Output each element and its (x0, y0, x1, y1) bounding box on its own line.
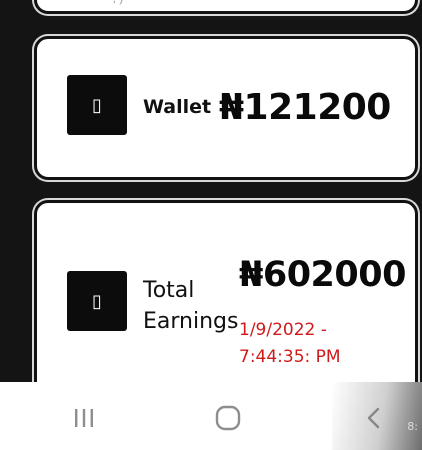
back-button[interactable] (354, 404, 394, 432)
wallet-card[interactable]: ▯ Wallet ₦121200 (34, 36, 418, 180)
wallet-amount: ₦121200 (219, 87, 391, 128)
corner-clock-fragment: 8: (407, 420, 418, 433)
previous-card-text: ^, ) (107, 0, 123, 5)
system-navigation-bar (0, 382, 422, 450)
home-button[interactable] (208, 404, 248, 432)
total-earnings-amount: ₦602000 (239, 255, 406, 295)
app-content: ^, ) ▯ Wallet ₦121200 ▯ Total Earnings ₦… (0, 0, 422, 382)
wallet-label: Wallet (143, 96, 212, 118)
home-icon (215, 405, 241, 431)
wallet-image-placeholder-icon: ▯ (67, 75, 127, 135)
total-earnings-label: Total Earnings (143, 278, 239, 334)
previous-card[interactable]: ^, ) (34, 0, 418, 14)
recents-icon (75, 409, 93, 427)
earnings-timestamp: 1/9/2022 - 7:44:35: PM (239, 320, 341, 367)
earnings-image-placeholder-icon: ▯ (67, 271, 127, 331)
total-earnings-card[interactable]: ▯ Total Earnings ₦602000 1/9/2022 - 7:44… (34, 200, 418, 382)
recents-button[interactable] (64, 404, 104, 432)
back-icon (367, 407, 380, 429)
